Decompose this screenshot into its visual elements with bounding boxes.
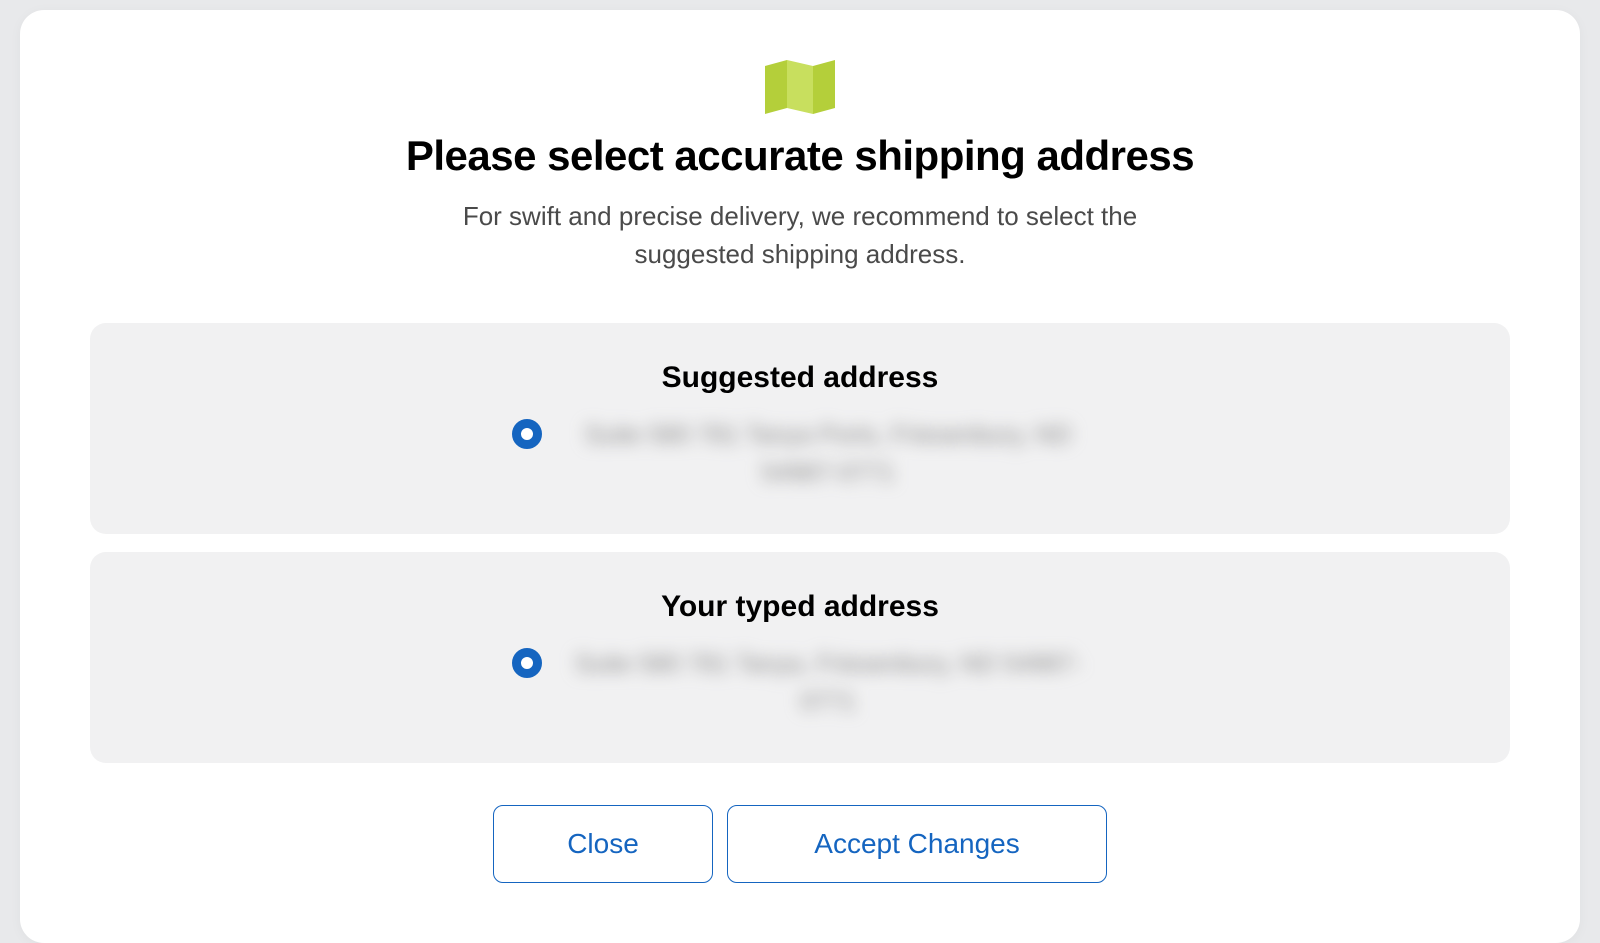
typed-address-text: Suite 580 781 Tanya, Friesenbury, ND 549…: [568, 646, 1088, 721]
typed-address-card[interactable]: Your typed address Suite 580 781 Tanya, …: [90, 552, 1510, 763]
close-button[interactable]: Close: [493, 805, 713, 883]
typed-address-body: Suite 580 781 Tanya, Friesenbury, ND 549…: [120, 646, 1480, 721]
suggested-address-card[interactable]: Suggested address Suite 580 781 Tanya Po…: [90, 323, 1510, 534]
suggested-address-radio[interactable]: [512, 419, 542, 449]
accept-changes-button[interactable]: Accept Changes: [727, 805, 1107, 883]
address-verification-modal: Please select accurate shipping address …: [20, 10, 1580, 943]
modal-subtitle: For swift and precise delivery, we recom…: [400, 198, 1200, 273]
typed-address-label: Your typed address: [120, 590, 1480, 624]
suggested-address-text: Suite 580 781 Tanya Ports, Friesenbury, …: [568, 417, 1088, 492]
typed-address-radio[interactable]: [512, 648, 542, 678]
modal-actions: Close Accept Changes: [90, 805, 1510, 883]
suggested-address-label: Suggested address: [120, 361, 1480, 395]
modal-title: Please select accurate shipping address: [90, 132, 1510, 180]
suggested-address-body: Suite 580 781 Tanya Ports, Friesenbury, …: [120, 417, 1480, 492]
map-icon: [763, 60, 837, 114]
modal-icon-wrap: [90, 60, 1510, 114]
